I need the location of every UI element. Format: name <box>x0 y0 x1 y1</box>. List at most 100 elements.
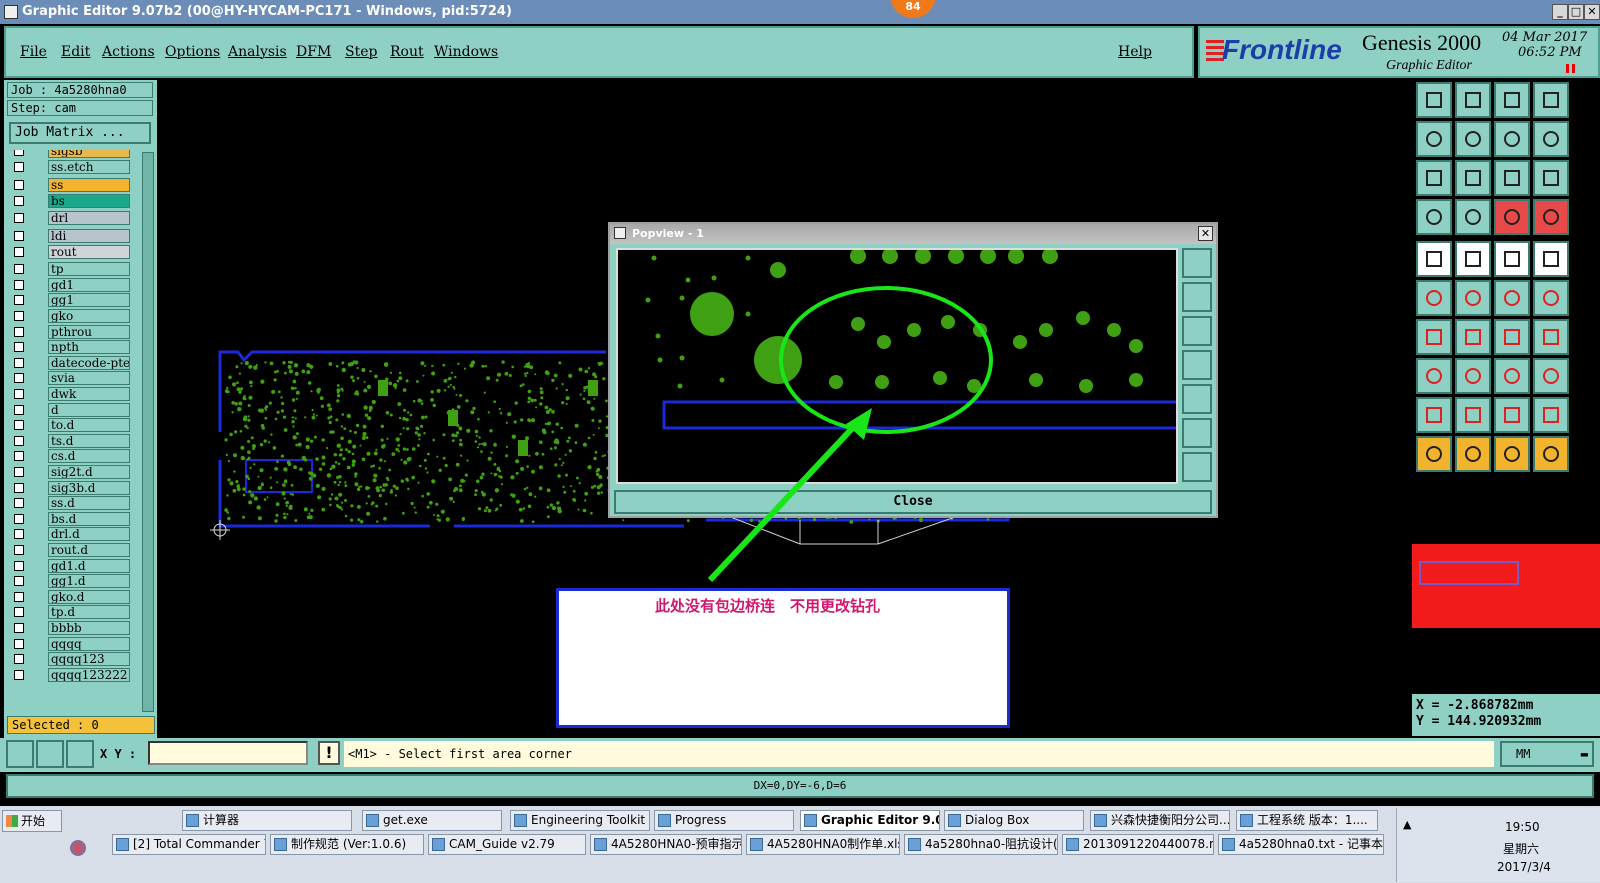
layer-checkbox[interactable] <box>14 420 24 431</box>
layer-name[interactable]: sig3b.d <box>48 480 130 495</box>
layer-checkbox[interactable] <box>14 545 24 555</box>
close-window-button[interactable]: ✕ <box>1584 4 1600 20</box>
maximize-button[interactable]: □ <box>1568 4 1584 20</box>
xy-input[interactable] <box>148 741 308 765</box>
layer-checkbox[interactable] <box>14 195 24 206</box>
layer-list-scrollbar[interactable] <box>142 152 154 712</box>
layer-checkbox[interactable] <box>14 342 24 353</box>
units-select[interactable]: MM ▬ <box>1500 741 1594 767</box>
query-icon[interactable] <box>1533 160 1569 196</box>
layer-checkbox[interactable] <box>14 373 24 384</box>
layer-row[interactable]: dwk <box>12 387 130 401</box>
point-red-icon[interactable] <box>1494 280 1530 316</box>
clock-time[interactable]: 19:50 <box>1505 820 1540 834</box>
text-a-icon[interactable] <box>1494 397 1530 433</box>
layer-row[interactable]: qqqq <box>12 636 130 651</box>
layer-row[interactable]: gd1.d <box>12 558 130 573</box>
layer-row[interactable]: bbbb <box>12 621 130 635</box>
layer-name[interactable]: bbbb <box>48 621 130 635</box>
layer-row[interactable]: bs <box>12 193 130 208</box>
taskbar-button[interactable]: 制作规范 (Ver:1.0.6) <box>270 834 424 855</box>
menu-step[interactable]: Step <box>345 44 377 60</box>
zoom-icon[interactable] <box>1455 160 1491 196</box>
layer-checkbox[interactable] <box>14 482 24 493</box>
measure-tool-icon[interactable] <box>1494 241 1530 277</box>
menu-file[interactable]: File <box>20 44 47 60</box>
layer-row[interactable]: to.d <box>12 418 130 433</box>
layer-name[interactable]: gg1 <box>48 293 130 308</box>
open-icon[interactable] <box>1416 82 1452 118</box>
taskbar-button[interactable]: get.exe <box>362 810 502 831</box>
save-icon[interactable] <box>1455 82 1491 118</box>
window-title-bar[interactable]: Graphic Editor 9.07b2 (00@HY-HYCAM-PC171… <box>0 0 1600 24</box>
popview-zoom-out-icon[interactable] <box>1182 452 1212 482</box>
layer-row[interactable]: bs.d <box>12 511 130 526</box>
popview-pan-right-icon[interactable] <box>1182 384 1212 414</box>
layer-name[interactable]: tp.d <box>48 605 130 620</box>
layer-row[interactable]: ldi <box>12 229 130 243</box>
layer-name[interactable]: qqqq123222 <box>48 667 130 682</box>
layer-checkbox[interactable] <box>14 467 24 477</box>
point-blue-icon[interactable] <box>1533 280 1569 316</box>
triangle-b-icon[interactable] <box>1455 397 1491 433</box>
layer-row[interactable]: rout <box>12 244 130 259</box>
start-button[interactable]: 开始 <box>2 810 62 832</box>
layer-checkbox[interactable] <box>14 326 24 337</box>
layer-name[interactable]: rout <box>48 244 130 259</box>
taskbar-button[interactable]: 4A5280HNA0-预审指示.... <box>590 834 742 855</box>
mirror-icon[interactable] <box>1533 121 1569 157</box>
menu-help[interactable]: Help <box>1118 44 1152 60</box>
group-icon[interactable] <box>1533 358 1569 394</box>
layer-name[interactable]: tp <box>48 262 130 277</box>
layer-name[interactable]: ss.etch <box>48 159 130 174</box>
taskbar-button[interactable]: 计算器 <box>182 810 352 831</box>
drill-icon[interactable] <box>1455 199 1491 235</box>
layer-row[interactable]: rout.d <box>12 543 130 557</box>
layer-name[interactable]: sig2t.d <box>48 465 130 479</box>
alert-icon[interactable]: ! <box>318 741 340 765</box>
layer-checkbox[interactable] <box>14 513 24 524</box>
layers-a-icon[interactable] <box>1494 199 1530 235</box>
layer-name[interactable]: gg1.d <box>48 574 130 589</box>
snap-tool-icon[interactable] <box>1416 199 1452 235</box>
layer-name[interactable]: qqqq <box>48 636 130 651</box>
popview-zoom-in-icon[interactable] <box>1182 418 1212 448</box>
layer-name[interactable]: rout.d <box>48 543 130 557</box>
layer-checkbox[interactable] <box>14 231 24 241</box>
pad-icon[interactable] <box>1416 241 1452 277</box>
popview-pan-up-icon[interactable] <box>1182 282 1212 312</box>
popview-titlebar[interactable]: Popview - 1 ✕ <box>610 224 1216 244</box>
move-icon[interactable] <box>1416 358 1452 394</box>
layer-row[interactable]: gd1 <box>12 277 130 292</box>
menu-rout[interactable]: Rout <box>390 44 424 60</box>
layer-name[interactable]: qqqq123 <box>48 652 130 667</box>
popview-pan-left-icon[interactable] <box>1182 350 1212 380</box>
layer-checkbox[interactable] <box>14 654 24 665</box>
fill-icon[interactable] <box>1533 241 1569 277</box>
layer-name[interactable]: cs.d <box>48 449 130 464</box>
layer-checkbox[interactable] <box>14 295 24 306</box>
layer-name[interactable]: ldi <box>48 229 130 243</box>
layer-row[interactable]: ss <box>12 178 130 193</box>
layer-name[interactable]: npth <box>48 340 130 355</box>
layer-checkbox[interactable] <box>14 669 24 680</box>
cross-icon[interactable] <box>1455 280 1491 316</box>
taskbar-button[interactable]: Progress <box>654 810 794 831</box>
layer-row[interactable]: tp.d <box>12 605 130 620</box>
window-icon[interactable] <box>1533 82 1569 118</box>
select-c-icon[interactable] <box>1494 436 1530 472</box>
minimize-button[interactable]: _ <box>1552 4 1568 20</box>
layer-row[interactable]: sigsb <box>12 150 130 158</box>
menu-edit[interactable]: Edit <box>61 44 90 60</box>
fit-icon[interactable] <box>1416 160 1452 196</box>
arc-icon[interactable] <box>1494 319 1530 355</box>
layer-checkbox[interactable] <box>14 161 24 172</box>
taskbar-button[interactable]: CAM_Guide v2.79 <box>428 834 586 855</box>
layer-name[interactable]: drl <box>48 211 130 226</box>
layer-checkbox[interactable] <box>14 264 24 275</box>
layer-row[interactable]: d <box>12 402 130 417</box>
layer-name[interactable]: gko <box>48 309 130 323</box>
select-d-icon[interactable] <box>1533 436 1569 472</box>
layer-checkbox[interactable] <box>14 638 24 649</box>
taskbar-button[interactable]: Graphic Editor 9.07... <box>800 810 940 831</box>
